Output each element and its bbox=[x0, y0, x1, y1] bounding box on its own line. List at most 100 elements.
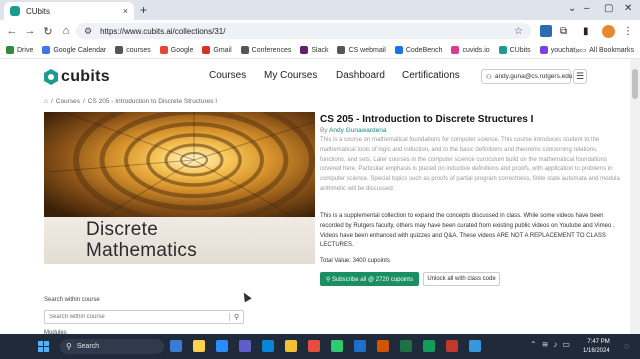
taskbar-app-icon[interactable] bbox=[446, 340, 458, 352]
breadcrumb-separator: / bbox=[50, 98, 53, 105]
clock-time: 7:47 PM bbox=[587, 339, 610, 345]
taskbar-app-icon[interactable] bbox=[423, 340, 435, 352]
taskbar-app-icon[interactable] bbox=[239, 340, 251, 352]
bookmark-google[interactable]: Google bbox=[159, 46, 193, 54]
page-scrollbar[interactable] bbox=[630, 59, 640, 334]
extension-icon[interactable] bbox=[540, 25, 552, 37]
side-panel-icon[interactable]: ▮ bbox=[583, 24, 589, 38]
maximize-button[interactable]: ▢ bbox=[604, 3, 613, 14]
hamburger-menu-icon[interactable]: ☰ bbox=[573, 69, 587, 84]
nav-my-courses[interactable]: My Courses bbox=[264, 70, 317, 81]
breadcrumb-current: CS 205 - Introduction to Discrete Struct… bbox=[87, 98, 218, 105]
close-tab-icon[interactable]: × bbox=[123, 6, 128, 16]
taskbar-app-icon[interactable] bbox=[262, 340, 274, 352]
bookmark-label: Gmail bbox=[213, 46, 232, 54]
cubits-icon bbox=[498, 46, 507, 54]
taskbar-app-icon[interactable] bbox=[285, 340, 297, 352]
cubits-logo[interactable]: cubits bbox=[44, 68, 110, 86]
course-search-input[interactable] bbox=[45, 311, 229, 323]
bookmark-label: courses bbox=[126, 46, 151, 54]
wifi-icon[interactable]: ≋ bbox=[542, 340, 549, 349]
avatar[interactable] bbox=[602, 24, 615, 38]
slack-icon bbox=[300, 46, 309, 54]
browser-tab-cubits[interactable]: CUbits × bbox=[4, 2, 134, 20]
extensions-puzzle-icon[interactable]: ⧉ bbox=[560, 24, 567, 38]
reload-icon[interactable]: ↻ bbox=[39, 25, 57, 38]
bookmark-label: CS webmail bbox=[348, 46, 386, 54]
subscribe-all-button[interactable]: ⚲ Subscribe all @ 2720 cupoints bbox=[320, 272, 419, 286]
author-link[interactable]: Andy Gunawardena bbox=[329, 127, 386, 134]
chevron-up-icon[interactable]: ⌃ bbox=[530, 340, 537, 349]
nav-dashboard[interactable]: Dashboard bbox=[336, 70, 385, 81]
browser-menu-icon[interactable]: ⋮ bbox=[623, 24, 633, 38]
folder-icon bbox=[115, 46, 124, 54]
breadcrumb: ⌂ / Courses / CS 205 - Introduction to D… bbox=[44, 98, 217, 105]
cubits-logo-icon bbox=[44, 69, 58, 85]
bookmark-label: youchat bbox=[550, 46, 576, 54]
site-info-icon[interactable]: ⚙ bbox=[84, 26, 92, 37]
close-window-button[interactable]: ✕ bbox=[624, 3, 632, 14]
bookmark-label: Drive bbox=[17, 46, 34, 54]
codebench-icon bbox=[394, 46, 403, 54]
folder-icon: ▭ bbox=[579, 47, 587, 54]
bookmark-cuvids[interactable]: cuvids.io bbox=[451, 46, 490, 54]
bookmarks-bar: Drive Google Calendar courses Google Gma… bbox=[0, 42, 640, 59]
windows-taskbar: ⚲ Search ⌃ ≋ ♪ ▭ 7:47 PM 1/16/2024 ◌ bbox=[0, 334, 640, 359]
taskbar-search-box[interactable]: ⚲ Search bbox=[60, 339, 164, 354]
taskbar-app-icon[interactable] bbox=[469, 340, 481, 352]
nav-certifications[interactable]: Certifications bbox=[402, 70, 460, 81]
drive-icon bbox=[6, 46, 14, 54]
cuvids-icon bbox=[451, 46, 460, 54]
bookmark-star-icon[interactable]: ☆ bbox=[514, 26, 523, 37]
browser-toolbar: ← → ↻ ⌂ ⚙ https://www.cubits.ai/collecti… bbox=[0, 20, 640, 42]
taskbar-app-icon[interactable] bbox=[216, 340, 228, 352]
course-search-box: ⚲ bbox=[44, 310, 244, 324]
folder-icon bbox=[337, 46, 346, 54]
taskbar-app-icon[interactable] bbox=[377, 340, 389, 352]
scrollbar-thumb[interactable] bbox=[632, 69, 638, 99]
taskbar-app-icon[interactable] bbox=[193, 340, 205, 352]
speaker-icon[interactable]: ♪ bbox=[553, 340, 557, 349]
address-bar[interactable]: ⚙ https://www.cubits.ai/collections/31/ … bbox=[76, 23, 531, 39]
bookmark-youchat[interactable]: youchat bbox=[539, 46, 576, 54]
all-bookmarks-button[interactable]: ▭ All Bookmarks bbox=[579, 46, 634, 55]
browser-tab-strip: CUbits × + ⌄ – ▢ ✕ bbox=[0, 0, 640, 20]
chevron-down-icon[interactable]: ⌄ bbox=[568, 3, 576, 14]
taskbar-app-icon[interactable] bbox=[354, 340, 366, 352]
home-icon[interactable]: ⌂ bbox=[44, 98, 48, 105]
bookmark-cs-webmail[interactable]: CS webmail bbox=[337, 46, 386, 54]
taskbar-app-icon[interactable] bbox=[331, 340, 343, 352]
course-description: This is a course on mathematical foundat… bbox=[320, 137, 620, 192]
bookmark-drive[interactable]: Drive bbox=[6, 46, 33, 54]
bookmark-label: Google Calendar bbox=[53, 46, 107, 54]
bookmark-slack[interactable]: Slack bbox=[300, 46, 328, 54]
url-text: https://www.cubits.ai/collections/31/ bbox=[100, 26, 226, 36]
windows-start-icon[interactable] bbox=[38, 341, 49, 352]
course-author: By Andy Gunawardena bbox=[320, 127, 387, 134]
nav-courses[interactable]: Courses bbox=[209, 70, 246, 81]
user-account-button[interactable]: ⚇ andy.guna@cs.rutgers.edu bbox=[481, 69, 573, 84]
taskbar-clock[interactable]: 7:47 PM 1/16/2024 bbox=[583, 338, 610, 355]
new-tab-button[interactable]: + bbox=[140, 3, 147, 17]
all-bookmarks-label: All Bookmarks bbox=[589, 46, 634, 54]
search-icon[interactable]: ⚲ bbox=[229, 313, 243, 321]
breadcrumb-courses[interactable]: Courses bbox=[56, 98, 80, 105]
bookmark-courses[interactable]: courses bbox=[115, 46, 151, 54]
bookmark-google-calendar[interactable]: Google Calendar bbox=[42, 46, 106, 54]
battery-icon[interactable]: ▭ bbox=[562, 340, 570, 349]
bookmark-cubits[interactable]: CUbits bbox=[498, 46, 531, 54]
taskbar-app-icon[interactable] bbox=[400, 340, 412, 352]
bookmark-conferences[interactable]: Conferences bbox=[240, 46, 291, 54]
taskbar-app-icon[interactable] bbox=[308, 340, 320, 352]
unlock-with-class-code-button[interactable]: Unlock all with class code bbox=[423, 272, 500, 286]
bookmark-gmail[interactable]: Gmail bbox=[202, 46, 232, 54]
home-icon[interactable]: ⌂ bbox=[57, 25, 75, 37]
minimize-button[interactable]: – bbox=[584, 3, 590, 14]
extensions-area bbox=[540, 24, 552, 38]
forward-arrow-icon[interactable]: → bbox=[21, 25, 39, 37]
bookmark-codebench[interactable]: CodeBench bbox=[394, 46, 442, 54]
taskbar-app-icon[interactable] bbox=[170, 340, 182, 352]
notification-bell-icon[interactable]: ◌ bbox=[624, 341, 629, 351]
profile-avatar[interactable] bbox=[602, 24, 615, 38]
back-arrow-icon[interactable]: ← bbox=[3, 25, 21, 37]
